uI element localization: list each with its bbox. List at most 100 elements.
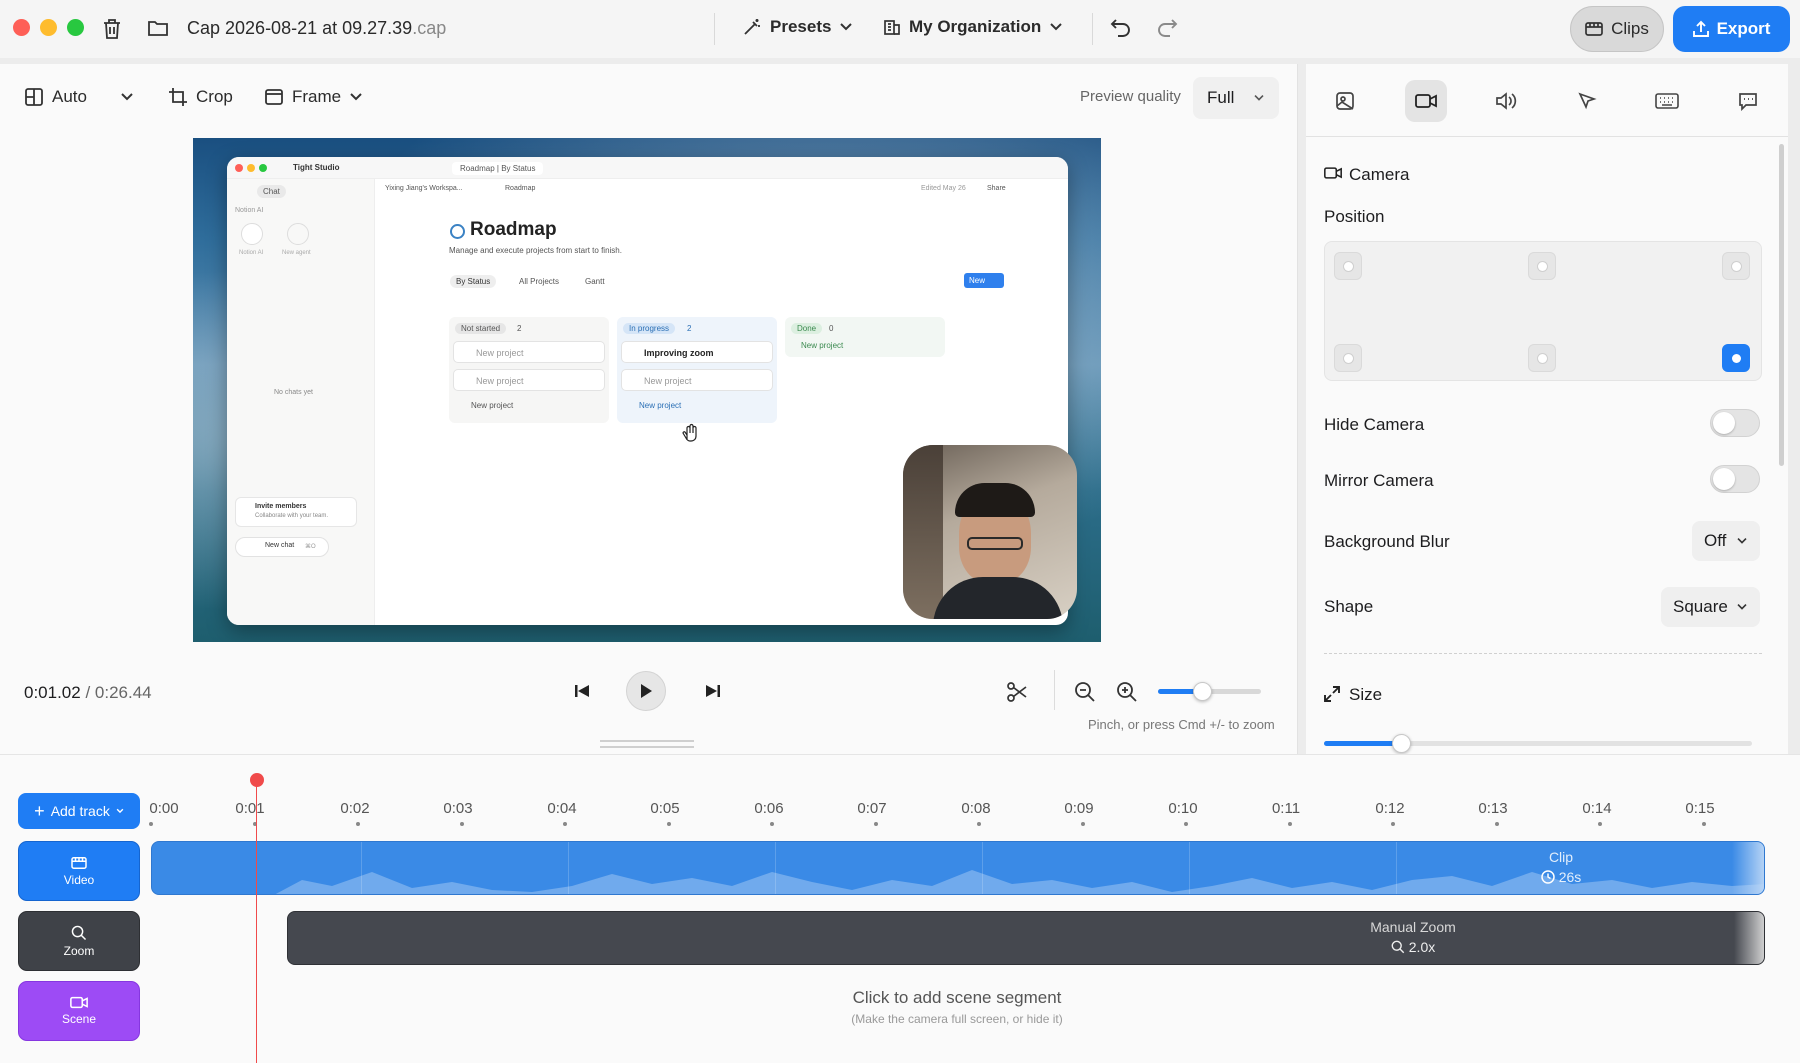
recorded-invite-card [235, 497, 357, 527]
recorded-titlebar [227, 157, 1068, 179]
play-button[interactable] [626, 671, 666, 711]
person-glasses [967, 537, 1023, 550]
person-hair [955, 483, 1035, 517]
camera-overlay[interactable] [903, 445, 1077, 619]
recorded-page-subtitle: Manage and execute projects from start t… [449, 246, 622, 255]
file-name[interactable]: Cap 2026-08-21 at 09.27.39.cap [187, 18, 446, 39]
chevron-down-icon [349, 92, 363, 102]
size-slider-thumb[interactable] [1392, 734, 1412, 753]
keyboard-icon [1655, 93, 1679, 109]
chevron-down-icon[interactable] [120, 92, 134, 102]
video-preview[interactable]: Tight Studio Roadmap | By Status Chat No… [193, 138, 1101, 642]
export-label: Export [1716, 19, 1771, 38]
tick-marker [1598, 822, 1602, 826]
video-clip-segment[interactable]: Clip 26s [151, 841, 1765, 895]
tick-marker [460, 822, 464, 826]
time-tick: 0:06 [754, 800, 784, 817]
resize-icon [1324, 686, 1340, 702]
crop-button[interactable]: Crop [168, 87, 233, 107]
column-add-project: New project [639, 401, 682, 410]
undo-icon[interactable] [1110, 17, 1132, 37]
magic-wand-icon [742, 17, 762, 37]
layout-label: Auto [52, 87, 87, 106]
preview-quality-select[interactable]: Full [1193, 77, 1279, 119]
hide-camera-toggle[interactable] [1710, 409, 1760, 437]
video-camera-icon [1415, 94, 1437, 108]
playhead-handle[interactable] [250, 773, 264, 787]
time-tick: 0:12 [1375, 800, 1405, 817]
skip-forward-button[interactable] [703, 681, 723, 701]
camera-background [903, 445, 943, 619]
zoom-out-icon[interactable] [1074, 681, 1096, 703]
maximize-window-button[interactable] [67, 19, 84, 36]
layout-dropdown[interactable]: Auto [24, 87, 87, 107]
crop-label: Crop [196, 87, 233, 106]
clip-label: Clip [1548, 849, 1574, 865]
zoom-segment-value: 2.0x [1330, 939, 1496, 955]
redo-icon[interactable] [1156, 17, 1178, 37]
recorded-roadmap-icon [450, 224, 465, 239]
tab-camera[interactable] [1405, 80, 1447, 122]
position-bottom-left[interactable] [1334, 344, 1362, 372]
tab-captions[interactable] [1727, 80, 1769, 122]
frame-label: Frame [292, 87, 342, 106]
building-icon [883, 18, 901, 36]
position-top-right[interactable] [1722, 252, 1750, 280]
tab-cursor[interactable] [1566, 80, 1608, 122]
presets-dropdown[interactable]: Presets [742, 17, 853, 37]
track-scene[interactable]: Scene [18, 981, 140, 1041]
speaker-icon [1496, 92, 1517, 110]
close-window-button[interactable] [13, 19, 30, 36]
recorded-new-chat-label: New chat [265, 542, 295, 549]
tab-audio[interactable] [1485, 80, 1527, 122]
shape-select[interactable]: Square [1661, 587, 1760, 627]
recorded-agent-2: New agent [282, 250, 311, 256]
chevron-down-icon [1736, 537, 1748, 545]
zoom-in-icon[interactable] [1116, 681, 1138, 703]
background-blur-select[interactable]: Off [1692, 521, 1760, 561]
scissors-icon[interactable] [1006, 682, 1028, 702]
folder-icon[interactable] [148, 19, 168, 37]
add-track-button[interactable]: + Add track [18, 793, 140, 829]
minimize-window-button[interactable] [40, 19, 57, 36]
zoom-segment[interactable]: Manual Zoom 2.0x [287, 911, 1765, 965]
zoom-slider[interactable] [1158, 682, 1261, 701]
recorded-view-by-status: By Status [450, 275, 497, 288]
inspector-scrollbar[interactable] [1779, 144, 1784, 466]
recorded-edited-label: Edited May 26 [921, 185, 966, 192]
skip-back-icon [575, 685, 589, 697]
camera-section-icon [1324, 166, 1342, 180]
recorded-section-label: Notion AI [235, 207, 264, 214]
frame-dropdown[interactable]: Frame [264, 87, 363, 107]
time-tick: 0:04 [547, 800, 577, 817]
mirror-camera-toggle[interactable] [1710, 465, 1760, 493]
track-video-label: Video [63, 872, 95, 887]
clips-button[interactable]: Clips [1570, 6, 1664, 52]
tab-keyboard[interactable] [1646, 80, 1688, 122]
organization-dropdown[interactable]: My Organization [883, 17, 1063, 37]
position-top-left[interactable] [1334, 252, 1362, 280]
recorded-close-dot [235, 164, 243, 172]
panel-resize-handle[interactable] [600, 740, 694, 748]
position-bottom-center[interactable] [1528, 344, 1556, 372]
position-top-center[interactable] [1528, 252, 1556, 280]
frame-icon [264, 88, 284, 106]
export-button[interactable]: Export [1673, 6, 1790, 52]
recorded-browser-tab: Roadmap | By Status [452, 162, 544, 175]
position-bottom-right[interactable] [1722, 344, 1750, 372]
tab-background[interactable] [1324, 80, 1366, 122]
size-slider[interactable] [1324, 734, 1752, 753]
recorded-maximize-dot [259, 164, 267, 172]
recorded-view-all-projects: All Projects [519, 277, 560, 286]
time-tick: 0:10 [1168, 800, 1198, 817]
chevron-down-icon [1253, 94, 1265, 102]
column-count: 0 [829, 324, 834, 333]
track-video[interactable]: Video [18, 841, 140, 901]
trash-icon[interactable] [102, 18, 122, 40]
skip-back-button[interactable] [572, 681, 592, 701]
plus-icon: + [34, 801, 45, 821]
preview-quality-label: Preview quality [1080, 88, 1181, 105]
scene-hint[interactable]: Click to add scene segment [757, 988, 1157, 1008]
playhead-line[interactable] [256, 782, 257, 1063]
track-zoom[interactable]: Zoom [18, 911, 140, 971]
